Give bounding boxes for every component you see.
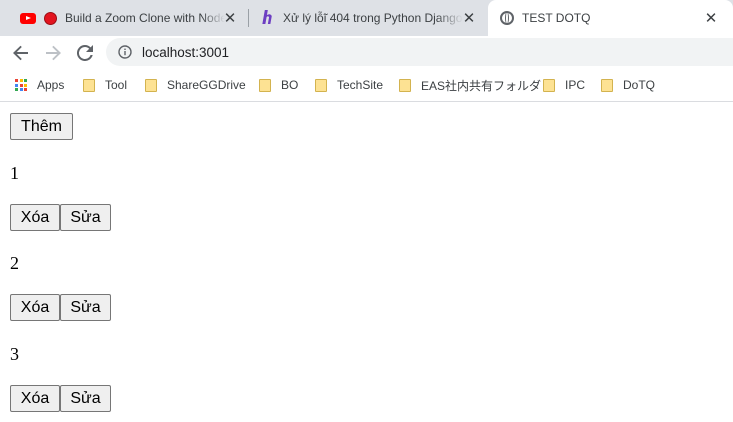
tab-title: Build a Zoom Clone with Node bbox=[65, 11, 225, 25]
bookmark-label: IPC bbox=[565, 78, 586, 92]
item-number: 3 bbox=[10, 344, 19, 364]
bookmark-bo[interactable]: BO bbox=[259, 77, 298, 93]
tab-title: TEST DOTQ bbox=[522, 11, 591, 25]
item-number: 1 bbox=[10, 163, 19, 183]
bookmark-eas-shared-folder[interactable]: EAS社内共有フォルダ bbox=[399, 77, 541, 93]
bookmark-label: DoTQ bbox=[623, 78, 656, 92]
bookmark-dotq[interactable]: DoTQ bbox=[601, 77, 655, 93]
edit-button[interactable]: Sửa bbox=[60, 204, 111, 231]
tab-strip: Build a Zoom Clone with Node ✕ Xử lý lỗ̃… bbox=[0, 0, 733, 36]
bookmarks-bar: Apps Tool ShareGGDrive BO TechSite EAS社内… bbox=[0, 69, 733, 102]
item-number: 2 bbox=[10, 253, 19, 273]
tab-title: Xử lý lỗ̃i 404 trong Python Django bbox=[283, 11, 463, 25]
bookmark-label: BO bbox=[281, 78, 299, 92]
address-bar[interactable]: localhost:3001 bbox=[106, 38, 733, 66]
tab-python-django[interactable]: Xử lý lỗ̃i 404 trong Python Django ✕ bbox=[249, 0, 487, 36]
page-content: Thêm 1 Xóa Sửa 2 Xóa Sửa 3 Xóa Sửa bbox=[0, 102, 733, 422]
bookmark-label: EAS社内共有フォルダ bbox=[421, 78, 542, 93]
edit-button[interactable]: Sửa bbox=[60, 294, 111, 321]
bookmark-label: Apps bbox=[37, 78, 65, 92]
close-icon[interactable]: ✕ bbox=[222, 10, 238, 26]
delete-button[interactable]: Xóa bbox=[10, 294, 60, 321]
reload-icon bbox=[77, 45, 93, 61]
tab-test-dotq[interactable]: TEST DOTQ ✕ bbox=[488, 0, 733, 36]
close-icon[interactable]: ✕ bbox=[461, 10, 477, 26]
bookmark-label: Tool bbox=[105, 78, 128, 92]
folder-icon bbox=[601, 78, 613, 92]
youtube-icon bbox=[20, 12, 36, 24]
folder-icon bbox=[399, 78, 411, 92]
arrow-left-icon bbox=[13, 45, 28, 61]
delete-button[interactable]: Xóa bbox=[10, 385, 60, 412]
folder-icon bbox=[259, 78, 271, 92]
close-icon[interactable]: ✕ bbox=[703, 10, 719, 26]
browser-toolbar: localhost:3001 bbox=[0, 36, 733, 69]
bookmark-shareggdrive[interactable]: ShareGGDrive bbox=[145, 77, 246, 93]
bookmark-ipc[interactable]: IPC bbox=[543, 77, 585, 93]
bookmark-label: TechSite bbox=[337, 78, 384, 92]
add-button[interactable]: Thêm bbox=[10, 113, 73, 140]
viblo-icon bbox=[261, 9, 275, 28]
apps-grid-icon bbox=[15, 79, 27, 91]
bookmark-techsite[interactable]: TechSite bbox=[315, 77, 383, 93]
folder-icon bbox=[83, 78, 95, 92]
globe-icon bbox=[500, 11, 514, 25]
folder-icon bbox=[145, 78, 157, 92]
back-button[interactable] bbox=[8, 40, 34, 66]
edit-button[interactable]: Sửa bbox=[60, 385, 111, 412]
folder-icon bbox=[315, 78, 327, 92]
reload-button[interactable] bbox=[72, 40, 98, 66]
bookmark-tool[interactable]: Tool bbox=[83, 77, 127, 93]
folder-icon bbox=[543, 78, 555, 92]
arrow-right-icon bbox=[46, 45, 61, 61]
forward-button[interactable] bbox=[40, 40, 66, 66]
delete-button[interactable]: Xóa bbox=[10, 204, 60, 231]
info-icon[interactable] bbox=[118, 45, 132, 59]
tab-zoom-clone[interactable]: Build a Zoom Clone with Node ✕ bbox=[8, 0, 248, 36]
bookmark-apps[interactable]: Apps bbox=[15, 77, 64, 93]
recording-icon bbox=[44, 11, 57, 25]
url-text[interactable]: localhost:3001 bbox=[142, 45, 229, 60]
bookmark-label: ShareGGDrive bbox=[167, 78, 246, 92]
